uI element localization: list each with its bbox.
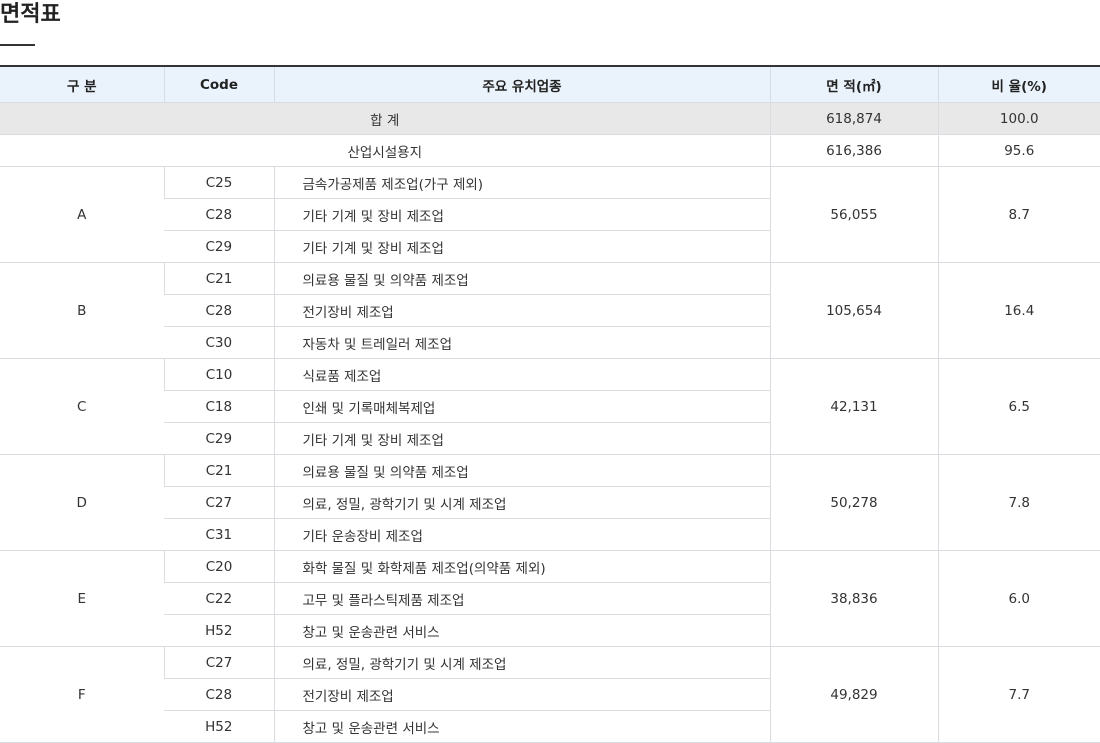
page-title: 면적표 xyxy=(0,2,61,27)
industry-cell: 의료용 물질 및 의약품 제조업 xyxy=(273,262,770,295)
industry-cell: 의료, 정밀, 광학기기 및 시계 제조업 xyxy=(273,646,770,679)
code-cell: C18 xyxy=(164,390,274,423)
group-name: E xyxy=(0,550,164,647)
total-area: 618,874 xyxy=(769,102,938,135)
header-code: Code xyxy=(163,65,274,103)
group-name: F xyxy=(0,646,164,743)
group-area: 38,836 xyxy=(769,550,938,647)
code-cell: H52 xyxy=(164,710,274,743)
table-row: D C21 의료용 물질 및 의약품 제조업 50,278 7.8 xyxy=(0,454,1100,551)
group-ratio: 7.7 xyxy=(937,646,1100,743)
group-ratio: 8.7 xyxy=(937,166,1100,263)
total-ratio: 100.0 xyxy=(937,102,1100,135)
table-row: A C25 금속가공제품 제조업(가구 제외) 56,055 8.7 xyxy=(0,166,1100,263)
industry-cell: 전기장비 제조업 xyxy=(273,294,770,327)
group-name: A xyxy=(0,166,164,263)
industry-cell: 식료품 제조업 xyxy=(273,358,770,391)
header-ratio: 비 율(%) xyxy=(937,65,1100,103)
header-group: 구 분 xyxy=(0,65,164,103)
group-ratio: 7.8 xyxy=(937,454,1100,551)
group-ratio: 16.4 xyxy=(937,262,1100,359)
industry-cell: 기타 기계 및 장비 제조업 xyxy=(273,230,770,263)
table-row: B C21 의료용 물질 및 의약품 제조업 105,654 16.4 xyxy=(0,262,1100,359)
industry-cell: 인쇄 및 기록매체복제업 xyxy=(273,390,770,423)
code-cell: C10 xyxy=(163,358,274,391)
group-name: C xyxy=(0,358,164,455)
code-cell: C22 xyxy=(164,582,274,615)
code-cell: C29 xyxy=(164,422,274,455)
code-cell: C28 xyxy=(164,198,274,231)
industry-cell: 금속가공제품 제조업(가구 제외) xyxy=(273,166,770,199)
code-cell: C21 xyxy=(163,454,274,487)
industry-cell: 의료, 정밀, 광학기기 및 시계 제조업 xyxy=(273,486,770,519)
group-name: B xyxy=(0,262,164,359)
industry-cell: 창고 및 운송관련 서비스 xyxy=(273,710,770,743)
code-cell: C28 xyxy=(164,678,274,711)
code-cell: C28 xyxy=(164,294,274,327)
header-industry: 주요 유치업종 xyxy=(273,65,770,103)
industry-cell: 창고 및 운송관련 서비스 xyxy=(273,614,770,647)
group-area: 56,055 xyxy=(769,166,938,263)
total-label: 합 계 xyxy=(0,102,770,135)
group-area: 105,654 xyxy=(769,262,938,359)
industrial-ratio: 95.6 xyxy=(937,134,1100,167)
code-cell: C31 xyxy=(164,518,274,551)
group-ratio: 6.5 xyxy=(937,358,1100,455)
industry-cell: 기타 운송장비 제조업 xyxy=(273,518,770,551)
code-cell: C29 xyxy=(164,230,274,263)
group-ratio: 6.0 xyxy=(937,550,1100,647)
code-cell: H52 xyxy=(164,614,274,647)
industrial-label: 산업시설용지 xyxy=(0,134,770,167)
table-row: F C27 의료, 정밀, 광학기기 및 시계 제조업 49,829 7.7 xyxy=(0,646,1100,743)
industrial-row: 산업시설용지 616,386 95.6 xyxy=(0,134,1100,167)
code-cell: C27 xyxy=(164,486,274,519)
group-area: 50,278 xyxy=(769,454,938,551)
table-row: C C10 식료품 제조업 42,131 6.5 xyxy=(0,358,1100,455)
group-area: 42,131 xyxy=(769,358,938,455)
area-table: 구 분 Code 주요 유치업종 면 적(㎡) 비 율(%) 합 계 618,8… xyxy=(0,65,1100,743)
industry-cell: 기타 기계 및 장비 제조업 xyxy=(273,198,770,231)
industry-cell: 전기장비 제조업 xyxy=(273,678,770,711)
industry-cell: 고무 및 플라스틱제품 제조업 xyxy=(273,582,770,615)
code-cell: C20 xyxy=(163,550,274,583)
code-cell: C30 xyxy=(164,326,274,359)
industrial-area: 616,386 xyxy=(769,134,938,167)
total-row: 합 계 618,874 100.0 xyxy=(0,102,1100,135)
group-name: D xyxy=(0,454,164,551)
group-area: 49,829 xyxy=(769,646,938,743)
header-row: 구 분 Code 주요 유치업종 면 적(㎡) 비 율(%) xyxy=(0,65,1100,103)
industry-cell: 화학 물질 및 화학제품 제조업(의약품 제외) xyxy=(273,550,770,583)
industry-cell: 자동차 및 트레일러 제조업 xyxy=(273,326,770,359)
title-underline xyxy=(0,44,35,46)
header-area: 면 적(㎡) xyxy=(769,65,938,103)
industry-cell: 의료용 물질 및 의약품 제조업 xyxy=(273,454,770,487)
table-row: E C20 화학 물질 및 화학제품 제조업(의약품 제외) 38,836 6.… xyxy=(0,550,1100,647)
code-cell: C25 xyxy=(163,166,274,199)
code-cell: C21 xyxy=(163,262,274,295)
industry-cell: 기타 기계 및 장비 제조업 xyxy=(273,422,770,455)
code-cell: C27 xyxy=(163,646,274,679)
